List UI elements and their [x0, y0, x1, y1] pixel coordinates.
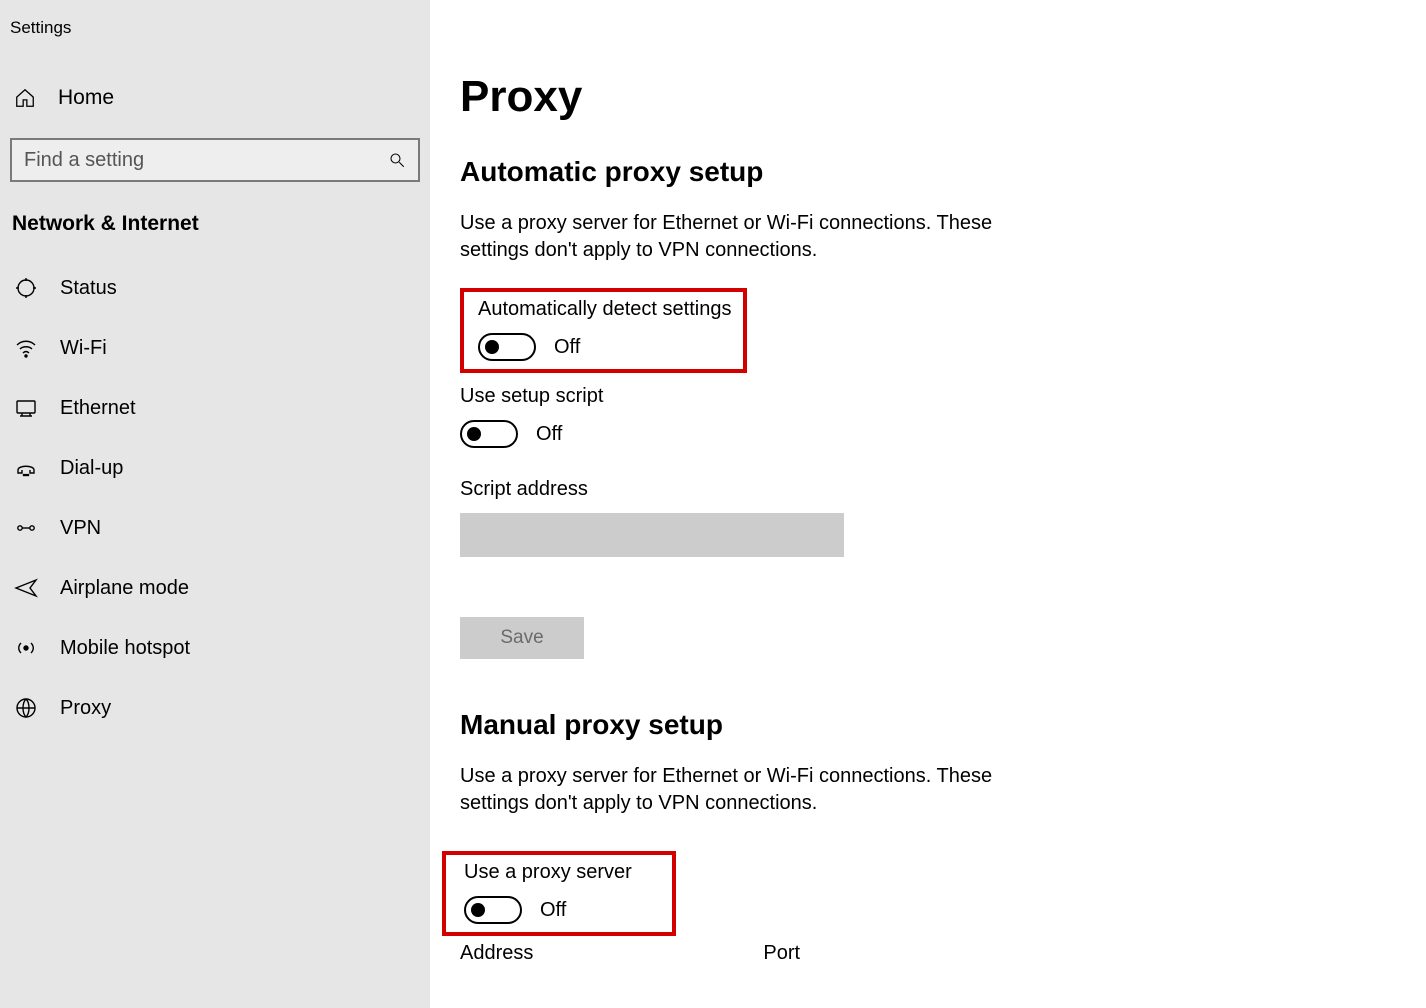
- ethernet-icon: [14, 396, 38, 420]
- toggle-knob: [471, 903, 485, 917]
- sidebar-item-wifi[interactable]: Wi-Fi: [0, 318, 430, 378]
- use-proxy-state: Off: [540, 899, 566, 922]
- globe-icon: [14, 696, 38, 720]
- main-content: Proxy Automatic proxy setup Use a proxy …: [430, 0, 1426, 1008]
- use-script-toggle-row: Off: [460, 420, 1396, 448]
- section-title-manual: Manual proxy setup: [460, 709, 1396, 741]
- category-title: Network & Internet: [0, 208, 430, 258]
- save-button[interactable]: Save: [460, 617, 584, 659]
- use-proxy-toggle[interactable]: [464, 896, 522, 924]
- highlight-use-proxy: Use a proxy server Off: [442, 851, 676, 936]
- sidebar-item-label: Wi-Fi: [60, 337, 107, 360]
- manual-field-labels: Address Port: [460, 942, 1396, 965]
- nav-list: Status Wi-Fi Ethernet Dial-up VPN: [0, 258, 430, 738]
- use-proxy-toggle-row: Off: [464, 896, 632, 924]
- sidebar-item-label: Airplane mode: [60, 577, 189, 600]
- sidebar-item-hotspot[interactable]: Mobile hotspot: [0, 618, 430, 678]
- use-script-label: Use setup script: [460, 385, 1396, 408]
- toggle-knob: [467, 427, 481, 441]
- section-desc-manual: Use a proxy server for Ethernet or Wi-Fi…: [460, 763, 1050, 817]
- wifi-icon: [14, 336, 38, 360]
- sidebar-item-label: Ethernet: [60, 397, 136, 420]
- highlight-auto-detect: Automatically detect settings Off: [460, 288, 747, 373]
- search-box[interactable]: [10, 138, 420, 182]
- use-script-state: Off: [536, 423, 562, 446]
- auto-detect-state: Off: [554, 336, 580, 359]
- sidebar-item-dialup[interactable]: Dial-up: [0, 438, 430, 498]
- auto-detect-toggle-row: Off: [478, 333, 731, 361]
- auto-detect-toggle[interactable]: [478, 333, 536, 361]
- sidebar: Settings Home Network & Internet Status …: [0, 0, 430, 1008]
- port-label: Port: [763, 942, 800, 965]
- dialup-icon: [14, 456, 38, 480]
- sidebar-item-label: VPN: [60, 517, 101, 540]
- hotspot-icon: [14, 636, 38, 660]
- sidebar-item-label: Mobile hotspot: [60, 637, 190, 660]
- vpn-icon: [14, 516, 38, 540]
- script-address-label: Script address: [460, 478, 1396, 501]
- sidebar-item-label: Proxy: [60, 697, 111, 720]
- sidebar-item-label: Dial-up: [60, 457, 123, 480]
- home-label: Home: [58, 86, 114, 110]
- home-button[interactable]: Home: [0, 74, 430, 122]
- toggle-knob: [485, 340, 499, 354]
- search-container: [0, 138, 430, 182]
- use-script-toggle[interactable]: [460, 420, 518, 448]
- page-title: Proxy: [460, 72, 1396, 122]
- sidebar-item-airplane[interactable]: Airplane mode: [0, 558, 430, 618]
- script-address-block: Script address: [460, 478, 1396, 557]
- home-icon: [14, 87, 36, 109]
- section-desc-auto: Use a proxy server for Ethernet or Wi-Fi…: [460, 210, 1050, 264]
- address-label: Address: [460, 942, 533, 965]
- airplane-icon: [14, 576, 38, 600]
- use-proxy-label: Use a proxy server: [464, 861, 632, 884]
- search-icon: [388, 151, 406, 169]
- auto-detect-label: Automatically detect settings: [478, 298, 731, 321]
- status-icon: [14, 276, 38, 300]
- sidebar-item-proxy[interactable]: Proxy: [0, 678, 430, 738]
- script-address-input[interactable]: [460, 513, 844, 557]
- window-title: Settings: [0, 0, 430, 56]
- sidebar-item-ethernet[interactable]: Ethernet: [0, 378, 430, 438]
- section-title-auto: Automatic proxy setup: [460, 156, 1396, 188]
- sidebar-item-status[interactable]: Status: [0, 258, 430, 318]
- sidebar-item-vpn[interactable]: VPN: [0, 498, 430, 558]
- sidebar-item-label: Status: [60, 277, 117, 300]
- use-script-block: Use setup script Off: [460, 385, 1396, 448]
- search-input[interactable]: [24, 149, 388, 172]
